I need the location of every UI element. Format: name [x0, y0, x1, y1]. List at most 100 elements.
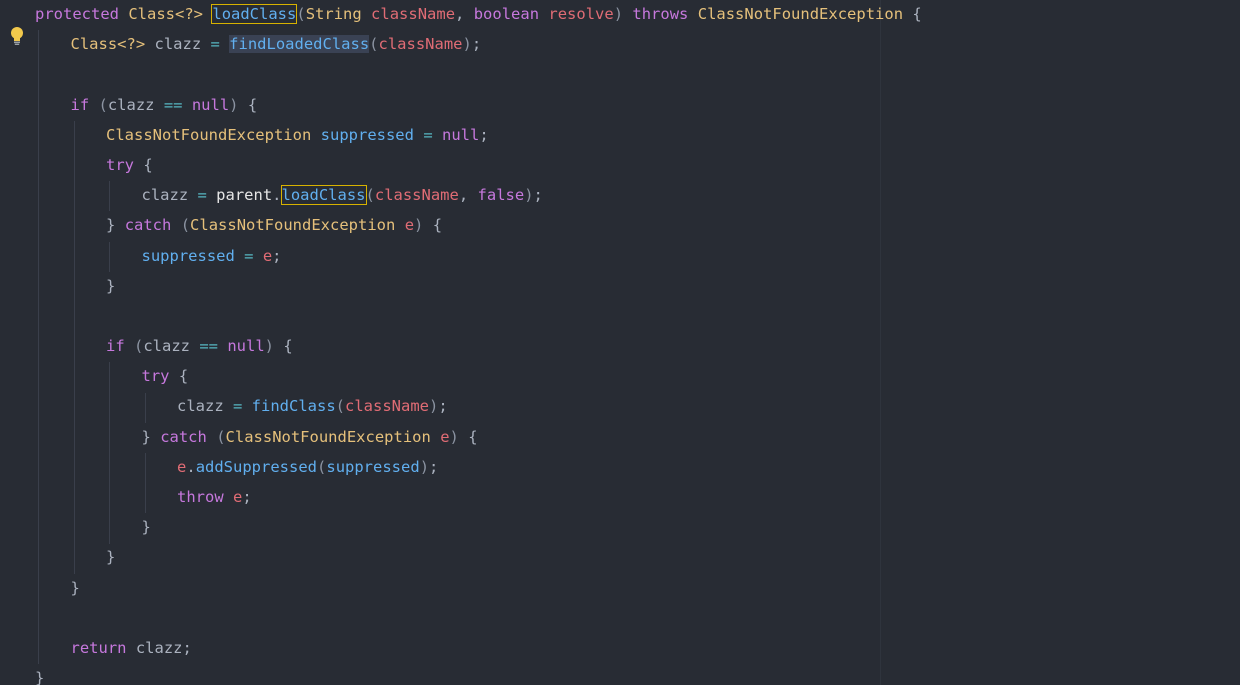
code-token: (	[369, 35, 379, 54]
code-token: =	[223, 397, 252, 416]
code-token: null	[227, 337, 265, 356]
code-editor[interactable]: protected Class<?> loadClass(String clas…	[0, 0, 1240, 685]
code-token: ;	[182, 638, 192, 657]
code-token: .	[272, 186, 282, 205]
code-token: )	[429, 397, 439, 416]
code-token: try	[106, 155, 134, 174]
code-line: suppressed = e;	[35, 241, 922, 271]
code-token: =	[201, 35, 230, 54]
code-token: {	[274, 337, 293, 356]
code-token: }	[106, 276, 116, 295]
code-token: ==	[154, 95, 192, 114]
code-token: e	[440, 427, 450, 446]
code-token: )	[419, 457, 430, 476]
code-line: }	[35, 542, 922, 572]
code-line: throw e;	[35, 482, 922, 512]
code-token: }	[106, 216, 116, 235]
code-token: try	[141, 367, 170, 386]
code-token: <?>	[175, 5, 204, 23]
code-token: (	[89, 95, 108, 114]
code-line: return clazz;	[35, 633, 922, 663]
code-token: )	[613, 5, 633, 23]
code-token: findClass	[251, 397, 336, 416]
code-line: } catch (ClassNotFoundException e) {	[35, 422, 922, 452]
code-token: className	[345, 397, 430, 416]
code-line: }	[35, 271, 922, 301]
code-line: }	[35, 663, 922, 685]
code-line: clazz = parent.loadClass(className, fals…	[35, 180, 922, 210]
code-token: clazz	[154, 35, 202, 54]
code-token: .	[186, 457, 196, 476]
code-token: (	[296, 5, 306, 23]
code-token: suppressed	[141, 246, 235, 265]
code-line: }	[35, 573, 922, 603]
code-token: ;	[438, 397, 448, 416]
code-token: ;	[533, 186, 543, 205]
code-token: clazz	[141, 186, 189, 205]
code-line: Class<?> clazz = findLoadedClass(classNa…	[35, 29, 922, 59]
code-token: ==	[190, 337, 228, 356]
code-token: }	[106, 548, 116, 567]
code-token: className	[374, 186, 459, 205]
code-token: className	[378, 35, 463, 54]
code-line: e.addSuppressed(suppressed);	[35, 452, 922, 482]
code-token: {	[134, 155, 153, 174]
code-token: =	[413, 125, 442, 144]
code-token: ;	[471, 35, 482, 54]
code-token: }	[141, 518, 151, 537]
code-token: (	[317, 457, 327, 476]
code-token: className	[371, 5, 456, 23]
code-token: ;	[242, 488, 252, 506]
code-token: return	[70, 638, 127, 657]
highlighted-token: loadClass	[211, 4, 298, 24]
code-token: )	[462, 35, 472, 54]
code-area[interactable]: protected Class<?> loadClass(String clas…	[35, 0, 922, 685]
code-token: ClassNotFoundException	[106, 125, 312, 144]
code-line: clazz = findClass(className);	[35, 391, 922, 421]
lightbulb-icon[interactable]	[10, 26, 24, 46]
code-token: {	[458, 427, 478, 446]
code-token: )	[264, 337, 275, 356]
code-token: ,	[455, 5, 474, 23]
code-token: throw	[177, 488, 224, 506]
code-token: addSuppressed	[195, 457, 318, 476]
code-token: Class<?>	[70, 35, 146, 54]
code-token: if	[70, 95, 90, 114]
code-token: ;	[429, 457, 439, 476]
code-token: parent	[216, 186, 273, 205]
code-token: ClassNotFoundException	[697, 5, 904, 23]
code-token: }	[35, 669, 45, 685]
code-line: if (clazz == null) {	[35, 331, 922, 361]
code-token: (	[124, 337, 144, 356]
code-token: throws	[632, 5, 689, 23]
code-token: catch	[124, 216, 172, 235]
code-token: boolean	[473, 5, 540, 23]
code-token: (	[365, 186, 375, 205]
code-token: {	[423, 216, 443, 235]
code-token: ;	[272, 246, 282, 265]
code-token: =	[188, 186, 217, 205]
code-token: resolve	[548, 5, 614, 23]
code-token: ,	[458, 186, 478, 205]
editor-gutter	[0, 0, 30, 685]
code-line: } catch (ClassNotFoundException e) {	[35, 210, 922, 240]
code-token: findLoadedClass	[229, 35, 370, 54]
code-line: }	[35, 512, 922, 542]
code-token: if	[106, 337, 125, 356]
code-token: e	[177, 457, 187, 476]
code-token: {	[903, 5, 922, 23]
